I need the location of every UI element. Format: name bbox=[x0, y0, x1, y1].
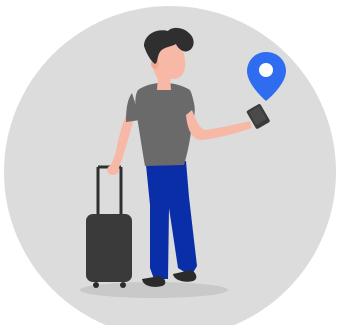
traveler-illustration bbox=[4, 6, 336, 325]
